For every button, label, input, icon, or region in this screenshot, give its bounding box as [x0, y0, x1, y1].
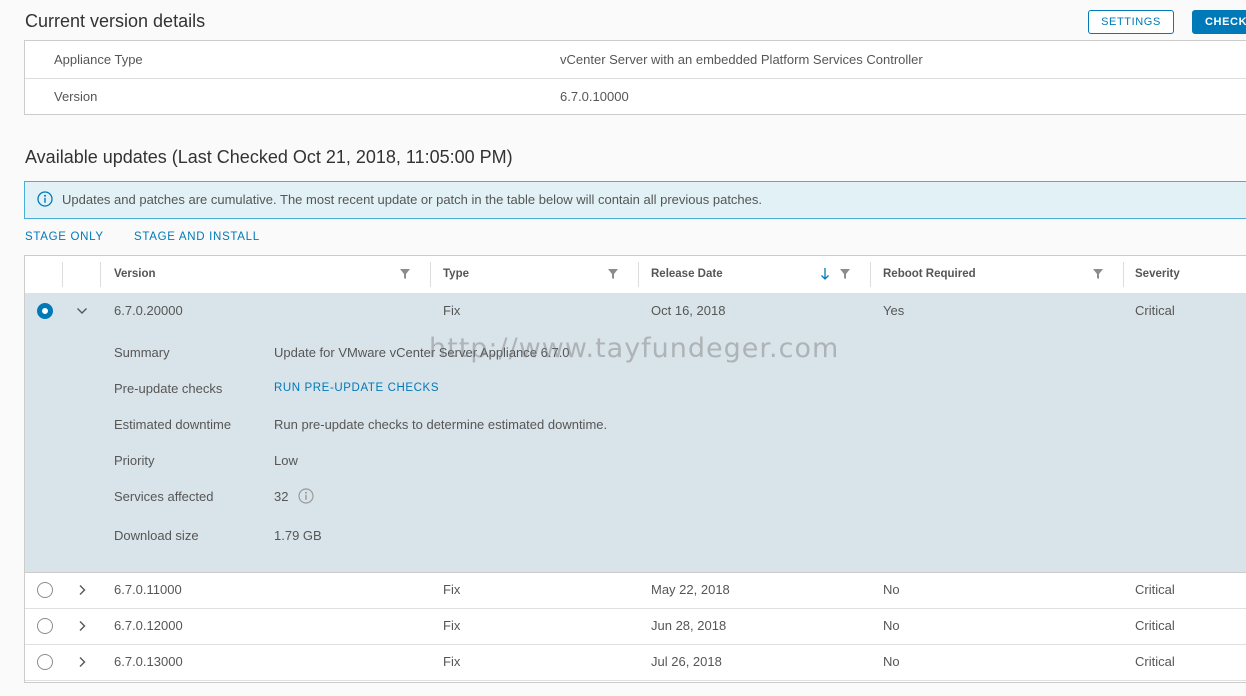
column-header-severity[interactable]: Severity	[1135, 256, 1180, 293]
filter-icon[interactable]	[608, 269, 618, 279]
row-select-radio[interactable]	[37, 582, 53, 598]
column-header-type[interactable]: Type	[443, 256, 469, 293]
estimated-downtime-value: Run pre-update checks to determine estim…	[274, 417, 608, 432]
updates-table: Version Type Release Date Reboot Require…	[24, 255, 1246, 683]
cell-reboot-required: No	[883, 654, 900, 669]
cell-version: 6.7.0.13000	[114, 654, 183, 669]
cell-severity: Critical	[1135, 303, 1175, 318]
stage-only-button[interactable]: STAGE ONLY	[25, 231, 104, 243]
row-select-radio[interactable]	[37, 303, 53, 319]
chevron-right-icon[interactable]	[76, 620, 88, 632]
priority-value: Low	[274, 453, 298, 468]
row-select-radio[interactable]	[37, 654, 53, 670]
stage-and-install-button[interactable]: STAGE AND INSTALL	[134, 231, 260, 243]
cell-reboot-required: No	[883, 582, 900, 597]
cell-release-date: Jul 26, 2018	[651, 654, 722, 669]
services-affected-label: Services affected	[114, 489, 214, 504]
cell-release-date: Oct 16, 2018	[651, 303, 726, 318]
watermark-text: http://www.tayfundeger.com	[429, 333, 840, 364]
priority-label: Priority	[114, 453, 155, 468]
page-title: Current version details	[25, 11, 206, 31]
chevron-right-icon[interactable]	[76, 656, 88, 668]
services-affected-value: 32	[274, 489, 289, 504]
cell-reboot-required: Yes	[883, 303, 905, 318]
cell-type: Fix	[443, 654, 461, 669]
estimated-downtime-label: Estimated downtime	[114, 417, 232, 432]
appliance-type-label: Appliance Type	[54, 52, 143, 67]
cell-release-date: May 22, 2018	[651, 582, 730, 597]
run-pre-update-checks-link[interactable]: RUN PRE-UPDATE CHECKS	[274, 382, 439, 394]
sort-descending-icon[interactable]	[820, 267, 830, 281]
cell-severity: Critical	[1135, 582, 1175, 597]
version-row: Version 6.7.0.10000	[25, 78, 1246, 115]
info-alert: Updates and patches are cumulative. The …	[24, 181, 1246, 219]
summary-label: Summary	[114, 345, 170, 360]
table-row[interactable]: 6.7.0.11000 Fix May 22, 2018 No Critical	[25, 572, 1246, 609]
cell-release-date: Jun 28, 2018	[651, 618, 727, 633]
info-icon	[37, 191, 53, 207]
appliance-type-value: vCenter Server with an embedded Platform…	[560, 52, 923, 67]
column-header-release-date[interactable]: Release Date	[651, 256, 723, 293]
appliance-type-row: Appliance Type vCenter Server with an em…	[25, 41, 1246, 79]
cell-version: 6.7.0.12000	[114, 618, 183, 633]
download-size-value: 1.79 GB	[274, 528, 322, 543]
cell-type: Fix	[443, 618, 461, 633]
table-row[interactable]: 6.7.0.12000 Fix Jun 28, 2018 No Critical	[25, 608, 1246, 645]
cell-version: 6.7.0.11000	[114, 582, 182, 597]
chevron-down-icon[interactable]	[76, 305, 88, 317]
check-updates-button[interactable]: CHECK	[1192, 10, 1246, 34]
cell-reboot-required: No	[883, 618, 900, 633]
info-alert-text: Updates and patches are cumulative. The …	[62, 192, 763, 207]
table-header: Version Type Release Date Reboot Require…	[25, 256, 1246, 294]
filter-icon[interactable]	[1093, 269, 1103, 279]
version-details-panel: Appliance Type vCenter Server with an em…	[24, 40, 1246, 115]
cell-severity: Critical	[1135, 654, 1175, 669]
table-row[interactable]: 6.7.0.20000 Fix Oct 16, 2018 Yes Critica…	[25, 293, 1246, 329]
row-select-radio[interactable]	[37, 618, 53, 634]
cell-type: Fix	[443, 303, 461, 318]
settings-button[interactable]: SETTINGS	[1088, 10, 1174, 34]
chevron-right-icon[interactable]	[76, 584, 88, 596]
cell-version: 6.7.0.20000	[114, 303, 183, 318]
version-label: Version	[54, 89, 98, 104]
table-row[interactable]: 6.7.0.13000 Fix Jul 26, 2018 No Critical	[25, 644, 1246, 681]
info-icon[interactable]	[298, 488, 314, 504]
pre-update-checks-label: Pre-update checks	[114, 381, 223, 396]
filter-icon[interactable]	[840, 269, 850, 279]
download-size-label: Download size	[114, 528, 199, 543]
cell-severity: Critical	[1135, 618, 1175, 633]
column-header-version[interactable]: Version	[114, 256, 156, 293]
column-header-reboot-required[interactable]: Reboot Required	[883, 256, 976, 293]
version-value: 6.7.0.10000	[560, 89, 629, 104]
filter-icon[interactable]	[400, 269, 410, 279]
available-updates-title: Available updates (Last Checked Oct 21, …	[25, 147, 513, 167]
cell-type: Fix	[443, 582, 461, 597]
